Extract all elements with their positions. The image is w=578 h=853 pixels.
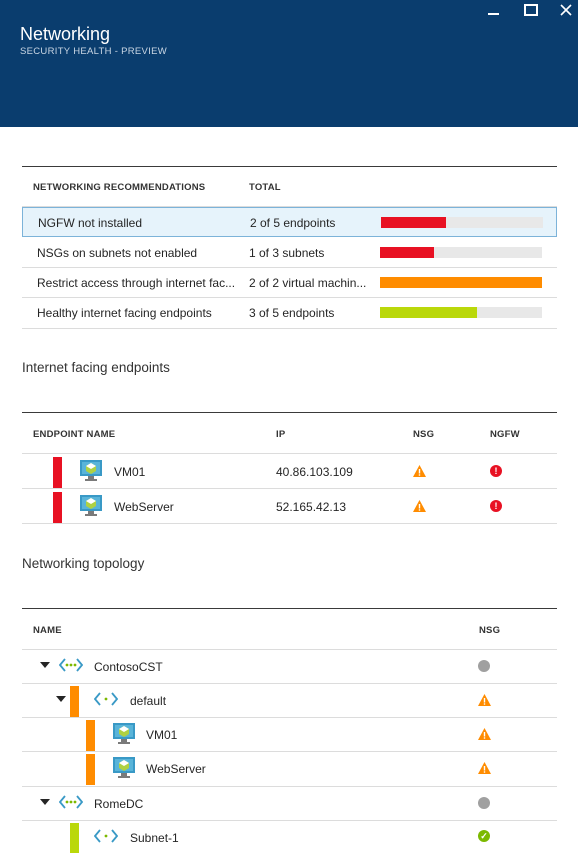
critical-status-bar <box>53 457 62 488</box>
endpoints-col-ip: IP <box>276 429 286 440</box>
topology-name: RomeDC <box>94 797 144 811</box>
recommendation-name: Healthy internet facing endpoints <box>37 306 212 320</box>
progress-bar <box>380 307 542 318</box>
check-icon: ✓ <box>478 830 490 842</box>
endpoint-ip: 52.165.42.13 <box>276 500 347 514</box>
endpoints-col-ngfw: NGFW <box>490 429 520 440</box>
progress-bar-fill <box>380 307 478 318</box>
topology-name: ContosoCST <box>94 660 163 674</box>
close-icon[interactable] <box>556 2 576 20</box>
recommendation-name: Restrict access through internet fac... <box>37 276 236 290</box>
vnet-icon <box>59 658 83 672</box>
topology-name: default <box>130 694 167 708</box>
endpoints-top-rule <box>22 412 557 413</box>
topology-top-rule <box>22 608 557 609</box>
blade-subtitle: SECURITY HEALTH - PREVIEW <box>20 46 168 57</box>
endpoint-name: WebServer <box>114 500 174 514</box>
topology-col-name: NAME <box>33 625 62 636</box>
chevron-down-icon[interactable] <box>56 696 66 702</box>
recommendation-row[interactable]: Restrict access through internet fac... … <box>22 268 557 298</box>
topology-row-subnet[interactable]: Subnet-1 ✓ <box>22 821 557 853</box>
blade-title: Networking <box>20 24 111 44</box>
subnet-icon <box>94 692 118 706</box>
warning-icon <box>478 694 491 706</box>
chevron-down-icon[interactable] <box>40 662 50 668</box>
warning-icon <box>413 500 426 512</box>
topology-row-subnet[interactable]: default <box>22 684 557 718</box>
subnet-icon <box>94 829 118 843</box>
warning-status-bar <box>86 754 95 785</box>
recommendations-col-name: NETWORKING RECOMMENDATIONS <box>33 182 206 193</box>
endpoint-row[interactable]: VM01 40.86.103.109 ! <box>22 454 557 489</box>
recommendation-name: NGFW not installed <box>38 216 143 230</box>
topology-name: VM01 <box>146 728 178 742</box>
divider <box>22 523 557 524</box>
maximize-icon[interactable] <box>521 2 541 20</box>
warning-icon <box>478 762 491 774</box>
recommendations-col-total: TOTAL <box>249 182 281 193</box>
progress-bar-fill <box>380 277 542 288</box>
recommendation-row[interactable]: NSGs on subnets not enabled 1 of 3 subne… <box>22 238 557 268</box>
warning-icon <box>413 465 426 477</box>
progress-bar <box>381 217 543 228</box>
topology-row-vnet[interactable]: ContosoCST <box>22 650 557 684</box>
recommendations-top-rule <box>22 166 557 167</box>
error-icon: ! <box>490 465 502 477</box>
endpoint-name: VM01 <box>114 465 146 479</box>
progress-bar-fill <box>380 247 434 258</box>
warning-icon <box>478 728 491 740</box>
vm-icon <box>113 723 135 744</box>
chevron-down-icon[interactable] <box>40 799 50 805</box>
vm-icon <box>80 460 102 481</box>
vnet-icon <box>59 795 83 809</box>
critical-status-bar <box>53 492 62 523</box>
endpoint-row[interactable]: WebServer 52.165.42.13 ! <box>22 489 557 524</box>
recommendation-total: 1 of 3 subnets <box>249 246 325 260</box>
topology-row-vnet[interactable]: RomeDC <box>22 787 557 821</box>
vm-icon <box>80 495 102 516</box>
progress-bar <box>380 247 542 258</box>
warning-status-bar <box>86 720 95 751</box>
progress-bar <box>380 277 542 288</box>
endpoints-col-nsg: NSG <box>413 429 435 440</box>
topology-row-vm[interactable]: VM01 <box>22 718 557 752</box>
divider <box>22 328 557 329</box>
healthy-status-bar <box>70 823 79 853</box>
endpoints-col-name: ENDPOINT NAME <box>33 429 116 440</box>
error-icon: ! <box>490 500 502 512</box>
recommendation-row[interactable]: Healthy internet facing endpoints 3 of 5… <box>22 298 557 328</box>
topology-col-nsg: NSG <box>479 625 501 636</box>
blade-header: Networking SECURITY HEALTH - PREVIEW <box>0 0 578 127</box>
endpoint-ip: 40.86.103.109 <box>276 465 353 479</box>
topology-name: WebServer <box>146 762 206 776</box>
not-applicable-icon <box>478 797 490 809</box>
topology-row-vm[interactable]: WebServer <box>22 752 557 786</box>
recommendation-row[interactable]: NGFW not installed 2 of 5 endpoints <box>22 207 557 237</box>
recommendation-total: 2 of 2 virtual machin... <box>249 276 367 290</box>
recommendation-total: 3 of 5 endpoints <box>249 306 335 320</box>
minimize-icon[interactable] <box>484 2 504 20</box>
recommendation-total: 2 of 5 endpoints <box>250 216 336 230</box>
not-applicable-icon <box>478 660 490 672</box>
recommendation-name: NSGs on subnets not enabled <box>37 246 198 260</box>
warning-status-bar <box>70 686 79 717</box>
progress-bar-fill <box>381 217 446 228</box>
topology-name: Subnet-1 <box>130 831 179 845</box>
topology-section-title: Networking topology <box>22 556 145 571</box>
vm-icon <box>113 757 135 778</box>
endpoints-section-title: Internet facing endpoints <box>22 360 170 375</box>
